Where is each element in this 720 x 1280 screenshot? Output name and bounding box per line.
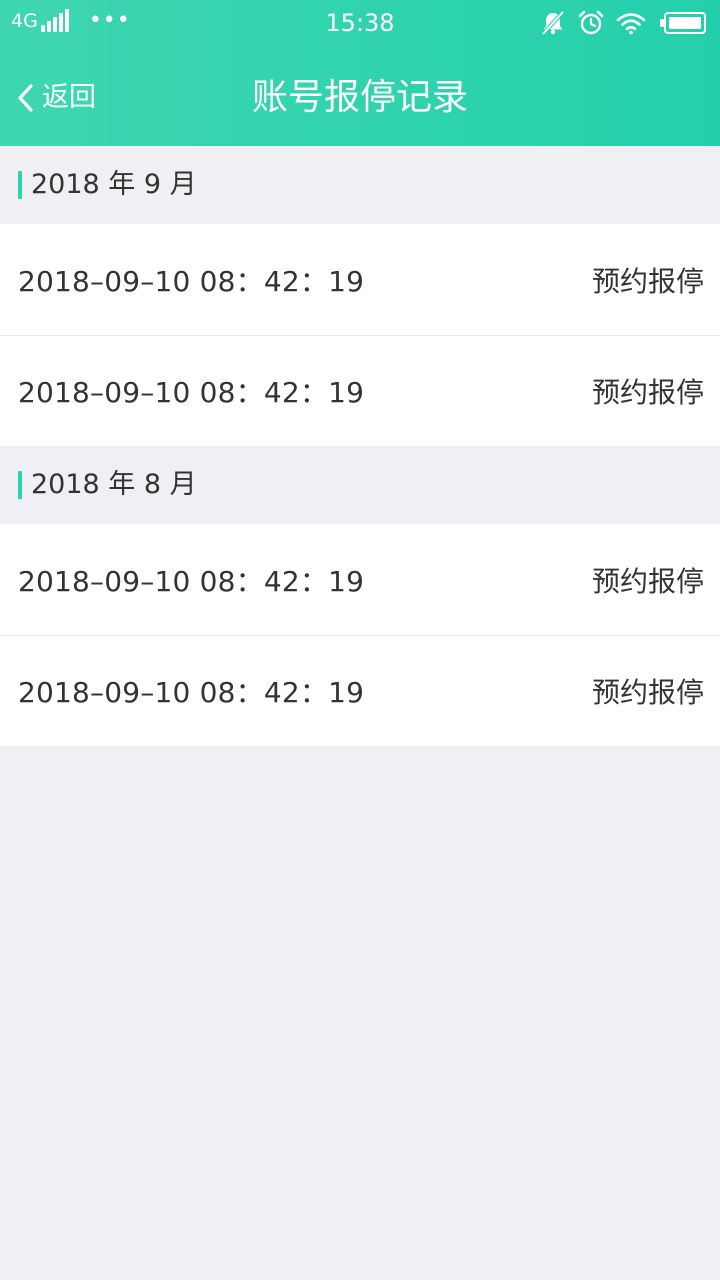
bell-off-icon [541, 10, 565, 36]
record-time: 2018–09–10 08：42：19 [18, 376, 365, 409]
record-status: 预约报停 [591, 564, 704, 598]
section-title: 2018 年 9 月 [31, 169, 197, 200]
section-title: 2018 年 8 月 [31, 469, 197, 500]
section-header: 2018 年 9 月 [0, 146, 720, 224]
section-accent-bar [18, 471, 22, 499]
alarm-clock-icon [578, 10, 604, 35]
month-section: 2018 年 9 月 2018–09–10 08：42：19 预约报停 2018… [0, 146, 720, 446]
section-accent-bar [18, 171, 22, 199]
header-area: 4G ••• 15:38 返回 账号报停记录 [0, 0, 720, 146]
record-row[interactable]: 2018–09–10 08：42：19 预约报停 [0, 224, 720, 335]
month-section: 2018 年 8 月 2018–09–10 08：42：19 预约报停 2018… [0, 446, 720, 746]
record-list: 2018–09–10 08：42：19 预约报停 2018–09–10 08：4… [0, 524, 720, 746]
wifi-icon [616, 13, 646, 35]
record-row[interactable]: 2018–09–10 08：42：19 预约报停 [0, 635, 720, 746]
record-status: 预约报停 [591, 264, 704, 298]
status-bar: 4G ••• 15:38 [0, 0, 720, 46]
record-time: 2018–09–10 08：42：19 [18, 564, 365, 598]
record-time: 2018–09–10 08：42：19 [18, 264, 365, 298]
battery-icon [660, 12, 706, 34]
record-row[interactable]: 2018–09–10 08：42：19 预约报停 [0, 335, 720, 446]
record-status: 预约报停 [591, 376, 704, 409]
status-bar-right [528, 9, 706, 37]
record-time: 2018–09–10 08：42：19 [18, 676, 365, 709]
record-row[interactable]: 2018–09–10 08：42：19 预约报停 [0, 524, 720, 635]
section-header: 2018 年 8 月 [0, 446, 720, 524]
page-title: 账号报停记录 [251, 77, 468, 118]
navigation-bar: 返回 账号报停记录 [0, 46, 720, 146]
record-list: 2018–09–10 08：42：19 预约报停 2018–09–10 08：4… [0, 224, 720, 446]
record-status: 预约报停 [591, 676, 704, 709]
